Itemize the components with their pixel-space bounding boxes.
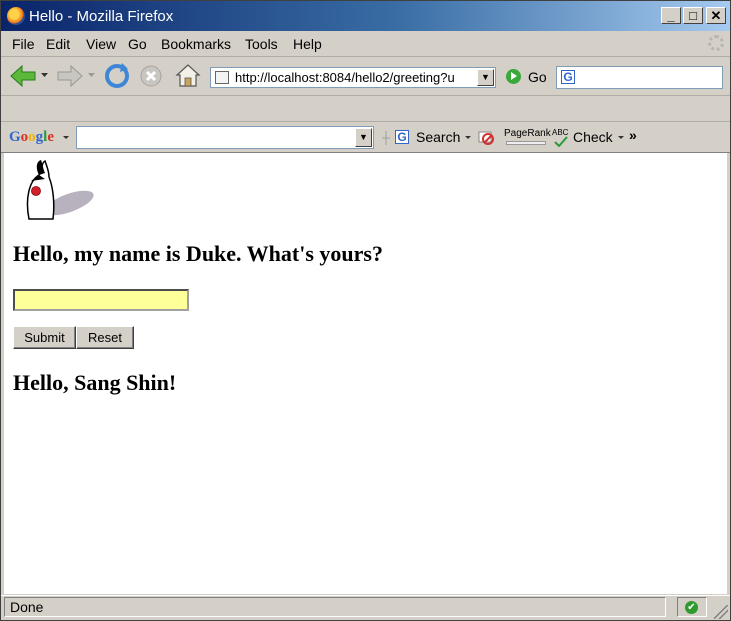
back-dropdown-icon[interactable] [41,73,49,79]
url-text: http://localhost:8084/hello2/greeting?u [235,70,455,85]
search-dropdown-icon[interactable] [465,136,471,140]
firefox-logo-icon [7,7,25,25]
close-button[interactable]: ✕ [706,7,726,24]
check-shield-icon: ✔ [685,601,698,614]
reload-icon[interactable] [104,63,130,89]
menu-bar: File Edit View Go Bookmarks Tools Help [1,31,730,57]
maximize-button[interactable]: □ [683,7,703,24]
status-bar: Done ✔ [1,595,730,620]
window-title: Hello - Mozilla Firefox [29,8,174,25]
page-heading: Hello, my name is Duke. What's yours? [13,241,383,266]
google-logo[interactable]: Google [9,129,54,146]
address-bar[interactable]: http://localhost:8084/hello2/greeting?u … [210,67,496,88]
title-bar[interactable]: Hello - Mozilla Firefox _ □ ✕ [1,1,730,31]
google-search-dropdown-button[interactable]: ▼ [355,128,372,147]
bookmarks-toolbar [1,96,730,122]
minimize-button[interactable]: _ [661,7,681,24]
spellcheck-icon[interactable] [554,136,568,147]
address-dropdown-button[interactable]: ▼ [477,69,494,86]
page-content: Hello, my name is Duke. What's yours? Su… [4,153,727,594]
menu-edit[interactable]: Edit [46,36,70,52]
forward-arrow-icon[interactable] [56,65,84,87]
page-icon [215,71,229,84]
menu-file[interactable]: File [12,36,35,52]
greeting-response: Hello, Sang Shin! [13,370,177,395]
google-search-input[interactable]: ▼ [76,126,374,149]
browser-window: Hello - Mozilla Firefox _ □ ✕ File Edit … [0,0,731,621]
check-dropdown-icon[interactable] [618,136,624,140]
forward-dropdown-icon[interactable] [88,73,96,79]
status-text: Done [4,597,666,617]
menu-bookmarks[interactable]: Bookmarks [161,36,231,52]
back-arrow-icon[interactable] [9,65,37,87]
home-icon[interactable] [175,63,201,89]
go-arrow-icon[interactable] [506,69,521,84]
menu-view[interactable]: View [86,36,116,52]
check-button[interactable]: Check [573,129,613,145]
separator-grip-icon [382,131,390,145]
search-engine-box[interactable]: G [556,66,723,89]
resize-grip-icon[interactable] [714,605,728,619]
name-input[interactable] [13,289,189,311]
google-search-icon[interactable]: G [395,130,409,144]
submit-button[interactable]: Submit [13,326,76,349]
google-menu-dropdown-icon[interactable] [63,136,69,140]
throbber-icon [708,35,724,51]
duke-mascot-image [26,159,94,220]
google-engine-icon[interactable]: G [561,70,575,84]
menu-tools[interactable]: Tools [245,36,278,52]
pagerank-bar [506,141,546,145]
more-chevron-icon[interactable]: » [629,127,637,143]
popup-blocker-icon[interactable] [477,129,495,145]
pagerank-label[interactable]: PageRank [504,128,551,139]
security-status[interactable]: ✔ [677,597,707,617]
stop-icon[interactable] [139,64,163,88]
menu-go[interactable]: Go [128,36,147,52]
go-button[interactable]: Go [528,69,547,85]
menu-help[interactable]: Help [293,36,322,52]
reset-button[interactable]: Reset [76,326,134,349]
google-search-button[interactable]: Search [416,129,460,145]
